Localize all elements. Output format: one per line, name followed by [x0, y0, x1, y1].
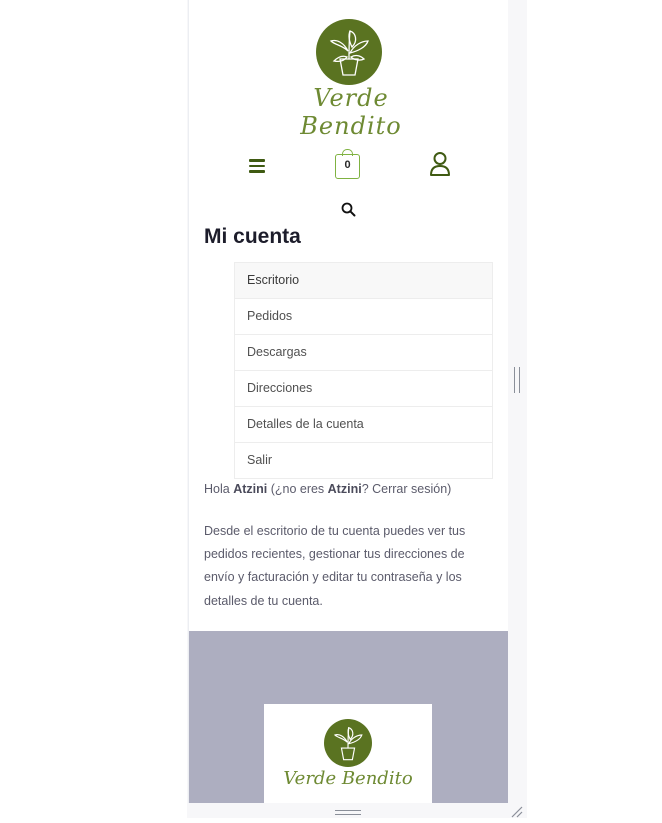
account-nav-account-details[interactable]: Detalles de la cuenta: [234, 407, 493, 443]
resize-handle-bottom[interactable]: [335, 810, 361, 815]
footer-logo-wordmark: Verde Bendito: [283, 768, 413, 789]
greeting-prefix: Hola: [204, 482, 234, 496]
greeting-question-end: ?: [361, 482, 373, 496]
resize-corner-grip-icon[interactable]: [509, 804, 523, 818]
header-nav: 0: [189, 148, 508, 184]
cart-count-badge: 0: [344, 159, 351, 171]
account-navigation: Escritorio Pedidos Descargas Direcciones…: [234, 262, 493, 479]
account-nav-addresses[interactable]: Direcciones: [234, 371, 493, 407]
site-footer: Verde Bendito: [189, 631, 508, 803]
user-icon[interactable]: [429, 151, 451, 177]
greeting-suffix: ): [447, 482, 452, 496]
greeting-username-again: Atzini: [327, 482, 362, 496]
site-logo[interactable]: Verde Bendito: [277, 16, 425, 140]
account-nav-downloads[interactable]: Descargas: [234, 335, 493, 371]
page-title: Mi cuenta: [204, 225, 301, 248]
logout-link[interactable]: Cerrar sesión: [372, 482, 447, 496]
greeting-text: Hola Atzini (¿no eres Atzini? Cerrar ses…: [204, 482, 504, 496]
account-nav-dashboard[interactable]: Escritorio: [234, 262, 493, 299]
search-icon[interactable]: [341, 202, 356, 217]
footer-logo[interactable]: Verde Bendito: [264, 704, 432, 803]
footer-plant-pot-icon: [324, 719, 372, 767]
logo-wordmark: Verde Bendito: [300, 84, 402, 140]
account-nav-orders[interactable]: Pedidos: [234, 299, 493, 335]
hamburger-menu-icon[interactable]: [249, 159, 265, 173]
dashboard-intro: Desde el escritorio de tu cuenta puedes …: [204, 524, 466, 608]
mobile-viewport: Verde Bendito 0 Mi cuenta Escritorio Ped…: [188, 0, 508, 803]
plant-pot-icon: [316, 19, 382, 85]
greeting-username: Atzini: [233, 482, 268, 496]
resize-handle-right[interactable]: [514, 367, 520, 393]
account-nav-logout[interactable]: Salir: [234, 443, 493, 479]
shopping-bag-icon[interactable]: 0: [335, 149, 360, 179]
greeting-middle: (¿no eres: [267, 482, 328, 496]
